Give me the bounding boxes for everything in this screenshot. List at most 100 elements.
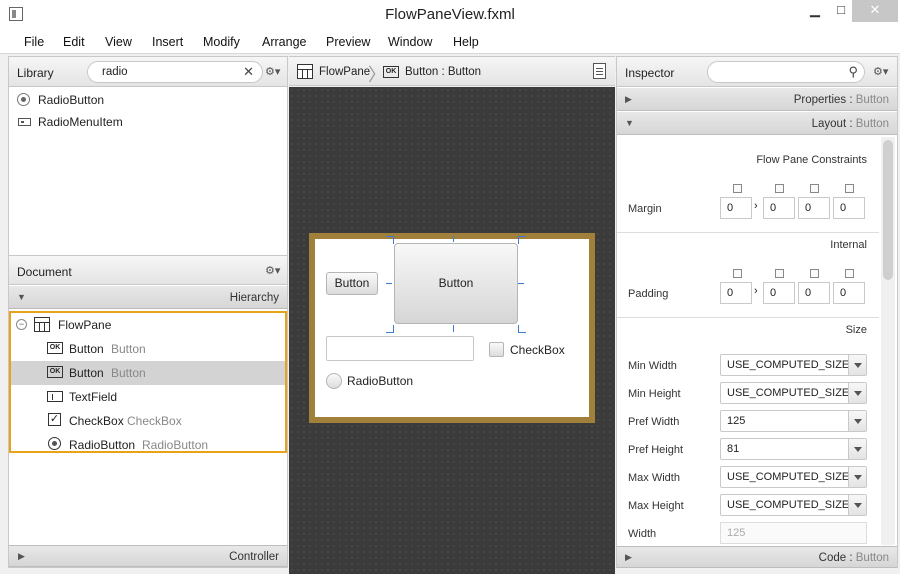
margin-link-checkbox[interactable] [810, 184, 819, 193]
design-canvas[interactable]: Button Button CheckBox RadioButton [289, 87, 615, 574]
document-title: Document [17, 265, 72, 279]
hierarchy-section-header[interactable]: ▼ Hierarchy [9, 286, 287, 309]
library-search-input[interactable]: radio [102, 66, 128, 78]
tree-item-name: CheckBox [69, 414, 124, 428]
small-button[interactable]: Button [326, 272, 378, 295]
inspector-gear-icon[interactable]: ⚙▾ [873, 65, 888, 78]
library-item[interactable]: RadioButton [9, 88, 287, 112]
resize-handle-s[interactable] [453, 325, 454, 332]
internal-heading: Internal [830, 239, 867, 251]
layout-label: Layout [811, 118, 847, 130]
library-item[interactable]: RadioMenuItem [9, 110, 287, 134]
properties-section-header[interactable]: ▶ Properties : Button [617, 88, 897, 111]
tree-row-flowpane[interactable]: − FlowPane [11, 313, 285, 337]
max-height-label: Max Height [628, 500, 684, 512]
menu-insert[interactable]: Insert [152, 35, 183, 49]
radiomenuitem-icon [18, 118, 31, 126]
controller-section-header[interactable]: ▶ Controller [9, 545, 287, 567]
padding-left-input[interactable]: 0 [833, 282, 865, 304]
padding-link-checkbox[interactable] [810, 269, 819, 278]
tree-item-name: RadioButton [69, 438, 136, 452]
canvas-textfield[interactable] [326, 336, 474, 361]
min-height-label: Min Height [628, 388, 681, 400]
expand-triangle-icon: ▶ [18, 551, 25, 561]
menu-preview[interactable]: Preview [326, 35, 370, 49]
menu-edit[interactable]: Edit [63, 35, 85, 49]
document-gear-icon[interactable]: ⚙▾ [265, 264, 280, 277]
margin-bottom-input[interactable]: 0 [798, 197, 830, 219]
textfield-icon [47, 391, 63, 402]
layout-section-header[interactable]: ▼ Layout : Button [617, 112, 897, 135]
layout-type: Button [855, 118, 889, 130]
resize-handle-n[interactable] [453, 236, 454, 242]
canvas-radiobutton-label: RadioButton [347, 374, 414, 388]
margin-left-input[interactable]: 0 [833, 197, 865, 219]
tree-row-textfield[interactable]: TextField [11, 385, 285, 409]
resize-handle-nw[interactable] [386, 236, 394, 244]
canvas-radiobutton[interactable] [326, 373, 342, 389]
canvas-checkbox[interactable] [489, 342, 504, 357]
resize-handle-ne[interactable] [518, 236, 526, 244]
pref-width-label: Pref Width [628, 416, 680, 428]
margin-link-checkbox[interactable] [845, 184, 854, 193]
padding-link-checkbox[interactable] [845, 269, 854, 278]
clear-search-icon[interactable]: ✕ [243, 64, 254, 80]
inspector-search-input[interactable]: ⚲ [707, 61, 865, 83]
size-heading: Size [845, 324, 867, 336]
resize-handle-w[interactable] [386, 283, 392, 284]
menu-arrange[interactable]: Arrange [262, 35, 306, 49]
code-section-header[interactable]: ▶ Code : Button [617, 546, 897, 568]
inspector-scrollbar[interactable] [881, 137, 895, 545]
tree-row-checkbox[interactable]: ✓ CheckBox CheckBox [11, 409, 285, 433]
margin-link-checkbox[interactable] [733, 184, 742, 193]
tree-item-sub: RadioButton [142, 438, 209, 452]
menu-help[interactable]: Help [453, 35, 479, 49]
margin-top-input[interactable]: 0 [720, 197, 752, 219]
flowpane-frame[interactable]: Button Button CheckBox RadioButton [309, 233, 595, 423]
margin-link-checkbox[interactable] [775, 184, 784, 193]
library-search-field[interactable]: radio ✕ [87, 61, 263, 83]
margin-right-input[interactable]: 0 [763, 197, 795, 219]
padding-top-input[interactable]: 0 [720, 282, 752, 304]
padding-right-input[interactable]: 0 [763, 282, 795, 304]
tree-row-button[interactable]: OK Button Button [11, 337, 285, 361]
resize-handle-se[interactable] [518, 325, 526, 333]
tree-row-radiobutton[interactable]: RadioButton RadioButton [11, 433, 285, 457]
menu-window[interactable]: Window [388, 35, 432, 49]
close-button[interactable]: ✕ [852, 0, 898, 22]
chevron-down-icon [848, 439, 866, 459]
resize-handle-e[interactable] [518, 283, 524, 284]
breadcrumb: FlowPane 〉 OK Button : Button [289, 56, 615, 86]
document-icon[interactable] [593, 63, 606, 79]
max-height-combo[interactable]: USE_COMPUTED_SIZE [720, 494, 867, 516]
library-gear-icon[interactable]: ⚙▾ [265, 65, 280, 78]
tree-collapse-icon[interactable]: − [16, 319, 27, 330]
chevron-down-icon [848, 411, 866, 431]
min-height-combo[interactable]: USE_COMPUTED_SIZE [720, 382, 867, 404]
menu-modify[interactable]: Modify [203, 35, 240, 49]
radiobutton-icon [17, 93, 30, 106]
max-width-combo[interactable]: USE_COMPUTED_SIZE [720, 466, 867, 488]
collapse-triangle-icon: ▼ [17, 292, 26, 302]
padding-link-checkbox[interactable] [775, 269, 784, 278]
resize-handle-sw[interactable] [386, 325, 394, 333]
pref-height-combo[interactable]: 81 [720, 438, 867, 460]
tree-row-button-selected[interactable]: OK Button Button [11, 361, 285, 385]
big-button-selected[interactable]: Button [394, 243, 518, 324]
chevron-down-icon [848, 355, 866, 375]
inspector-title: Inspector [625, 66, 675, 80]
menu-file[interactable]: File [24, 35, 44, 49]
breadcrumb-current[interactable]: Button : Button [405, 66, 481, 78]
link-arrow-icon[interactable]: › [754, 285, 758, 297]
min-width-combo[interactable]: USE_COMPUTED_SIZE [720, 354, 867, 376]
padding-bottom-input[interactable]: 0 [798, 282, 830, 304]
pref-width-combo[interactable]: 125 [720, 410, 867, 432]
menu-view[interactable]: View [105, 35, 132, 49]
breadcrumb-root[interactable]: FlowPane [319, 66, 370, 78]
chevron-down-icon [848, 467, 866, 487]
link-arrow-icon[interactable]: › [754, 200, 758, 212]
radiobutton-icon [48, 437, 61, 450]
checkbox-icon: ✓ [48, 413, 61, 426]
library-title: Library [17, 66, 54, 80]
padding-link-checkbox[interactable] [733, 269, 742, 278]
